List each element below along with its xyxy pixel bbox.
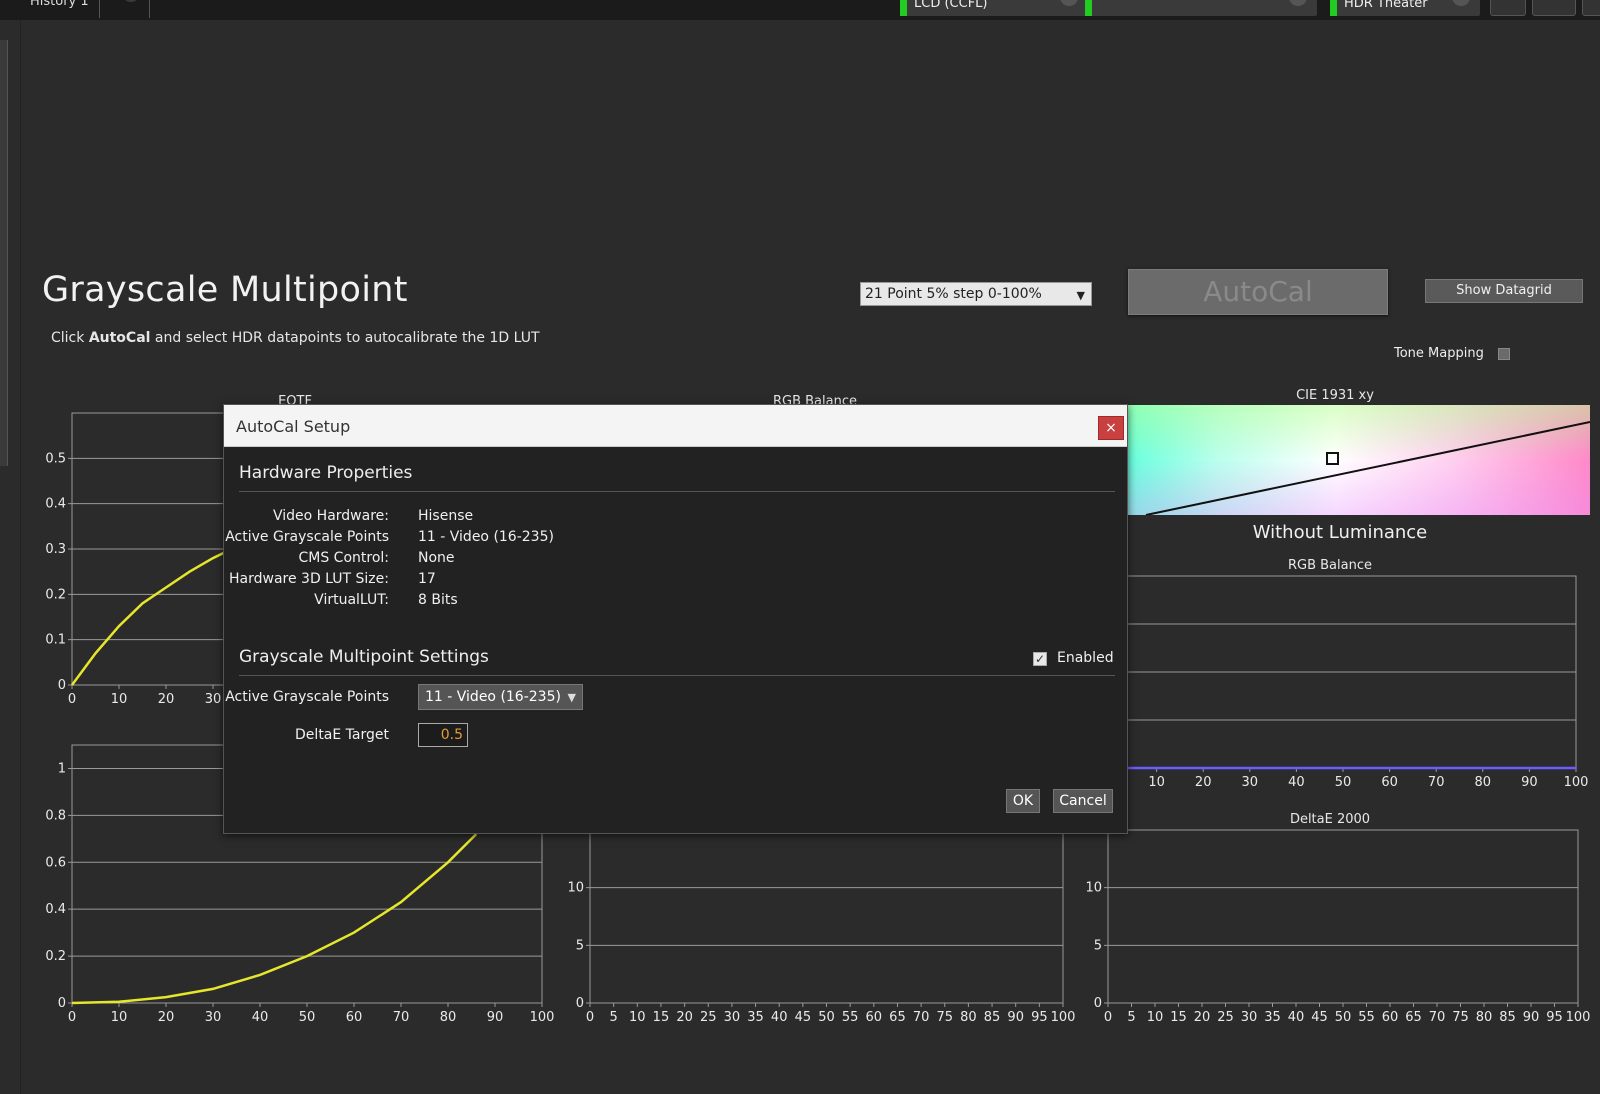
x-tick-label: 25 <box>1217 1010 1234 1025</box>
x-tick-label: 40 <box>1288 1010 1305 1025</box>
dialog-header: AutoCal Setup × <box>224 405 1127 447</box>
x-tick-label: 50 <box>1335 1010 1352 1025</box>
x-tick-label: 90 <box>1523 1010 1540 1025</box>
autocal-setup-dialog: AutoCal Setup × Hardware Properties Vide… <box>223 404 1128 834</box>
x-tick-label: 65 <box>1405 1010 1422 1025</box>
x-tick-label: 15 <box>1170 1010 1187 1025</box>
prop-value: 8 Bits <box>418 592 458 608</box>
close-icon[interactable]: × <box>1098 416 1124 440</box>
x-tick-label: 20 <box>1194 1010 1211 1025</box>
x-tick-label: 85 <box>1499 1010 1516 1025</box>
x-tick-label: 70 <box>1429 1010 1446 1025</box>
x-tick-label: 35 <box>1264 1010 1281 1025</box>
prop-label: CMS Control: <box>298 550 389 566</box>
x-tick-label: 60 <box>1382 1010 1399 1025</box>
x-tick-label: 55 <box>1358 1010 1375 1025</box>
x-tick-label: 45 <box>1311 1010 1328 1025</box>
prop-label: Video Hardware: <box>273 508 389 524</box>
x-tick-label: 10 <box>1147 1010 1164 1025</box>
prop-label: VirtualLUT: <box>314 592 389 608</box>
active-points-value: 11 - Video (16-235) <box>425 689 561 705</box>
hardware-section-title: Hardware Properties <box>239 463 413 483</box>
x-tick-label: 80 <box>1476 1010 1493 1025</box>
prop-label: Hardware 3D LUT Size: <box>229 571 389 587</box>
prop-value: 11 - Video (16-235) <box>418 529 554 545</box>
x-tick-label: 95 <box>1546 1010 1563 1025</box>
enabled-label: Enabled <box>1057 650 1114 666</box>
dialog-title: AutoCal Setup <box>236 417 351 436</box>
prop-label: Active Grayscale Points <box>225 529 389 545</box>
cancel-button[interactable]: Cancel <box>1053 789 1113 813</box>
dropdown-arrow-icon: ▼ <box>567 691 576 704</box>
deltae-target-input[interactable]: 0.5 <box>418 723 468 747</box>
section-divider <box>239 491 1115 492</box>
prop-value: None <box>418 550 455 566</box>
x-tick-label: 75 <box>1452 1010 1469 1025</box>
ok-button[interactable]: OK <box>1006 789 1040 813</box>
y-tick-label: 5 <box>1094 938 1102 953</box>
prop-value: 17 <box>418 571 436 587</box>
settings-section-title: Grayscale Multipoint Settings <box>239 647 489 667</box>
plot-frame <box>1107 829 1579 1004</box>
app-window: History 1 + LCD (CCFL) HDR Theater Grays… <box>0 0 1600 1094</box>
x-tick-label: 0 <box>1104 1010 1112 1025</box>
enabled-checkbox[interactable]: ✓ <box>1033 652 1047 666</box>
prop-value: Hisense <box>418 508 474 524</box>
y-tick-label: 0 <box>1094 996 1102 1011</box>
deltae-target-label: DeltaE Target <box>295 727 389 743</box>
x-tick-label: 5 <box>1127 1010 1135 1025</box>
y-tick-label: 10 <box>1085 881 1102 896</box>
active-points-select[interactable]: 11 - Video (16-235) ▼ <box>418 684 583 710</box>
x-tick-label: 100 <box>1566 1010 1591 1025</box>
active-points-label: Active Grayscale Points <box>225 689 389 705</box>
x-tick-label: 30 <box>1241 1010 1258 1025</box>
section-divider <box>239 675 1115 676</box>
